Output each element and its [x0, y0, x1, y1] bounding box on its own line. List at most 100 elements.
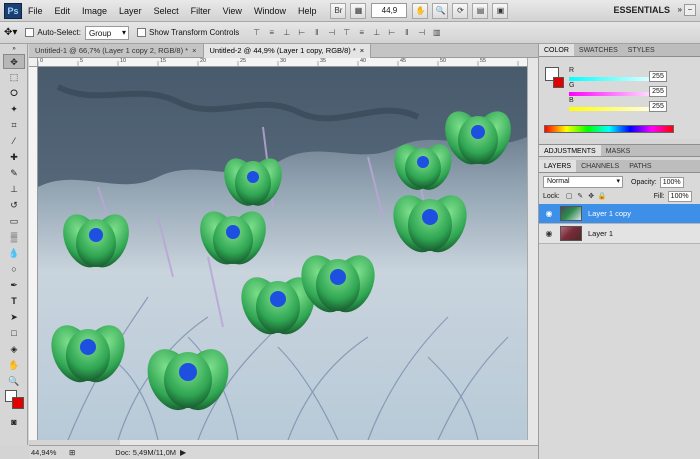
status-icon[interactable]: ⊞	[69, 448, 75, 457]
color-bg-swatch[interactable]	[553, 77, 564, 88]
history-brush-tool-icon[interactable]: ↺	[3, 198, 25, 213]
quick-mask-icon[interactable]: ◙	[3, 415, 25, 430]
align-bottom-icon[interactable]: ⊥	[280, 26, 293, 39]
status-zoom[interactable]: 44,94%	[29, 448, 65, 457]
ruler-label: 50	[440, 58, 447, 64]
panel-collapse-icon[interactable]: »	[3, 45, 25, 53]
eyedropper-tool-icon[interactable]: ⁄	[3, 134, 25, 149]
lock-pixels-icon[interactable]: ✎	[576, 192, 585, 201]
show-transform-checkbox[interactable]	[136, 28, 146, 37]
align-left-icon[interactable]: ⊢	[295, 26, 308, 39]
align-middle-icon[interactable]: ≡	[265, 26, 278, 39]
zoom-tool-icon[interactable]: 🔍	[3, 374, 25, 389]
menu-view[interactable]: View	[217, 6, 248, 16]
distribute-middle-icon[interactable]: ≡	[355, 26, 368, 39]
lasso-tool-icon[interactable]: ⵔ	[3, 86, 25, 101]
screen-mode-icon[interactable]: ▣	[492, 2, 509, 19]
background-color-swatch[interactable]	[12, 397, 24, 409]
view-extras-icon[interactable]: ▦	[350, 2, 367, 19]
distribute-top-icon[interactable]: ⊤	[340, 26, 353, 39]
bridge-button[interactable]: Br	[330, 2, 347, 19]
vertical-scrollbar[interactable]	[527, 58, 538, 440]
crop-tool-icon[interactable]: ⌗	[3, 118, 25, 133]
ruler-origin[interactable]	[29, 58, 38, 67]
magic-wand-tool-icon[interactable]: ✦	[3, 102, 25, 117]
tab-color[interactable]: COLOR	[539, 44, 574, 56]
status-menu-icon[interactable]: ▶	[180, 448, 186, 457]
menu-file[interactable]: File	[22, 6, 49, 16]
tab-channels[interactable]: CHANNELS	[576, 160, 624, 172]
tab-layers[interactable]: LAYERS	[539, 160, 577, 172]
lock-row: Lock: ▢ ✎ ✥ 🔒 Fill: 100%	[539, 189, 700, 204]
align-center-icon[interactable]: ‖	[310, 26, 323, 39]
path-selection-tool-icon[interactable]: ➤	[3, 310, 25, 325]
hand-tool-icon[interactable]: ✋	[3, 358, 25, 373]
hand-tool-icon[interactable]: ✋	[412, 2, 429, 19]
window-minimize-icon[interactable]: –	[684, 4, 696, 16]
color-spectrum[interactable]	[544, 125, 674, 133]
layer-row[interactable]: ◉ Layer 1 copy	[539, 204, 700, 224]
blur-tool-icon[interactable]: 💧	[3, 246, 25, 261]
menu-image[interactable]: Image	[76, 6, 113, 16]
type-tool-icon[interactable]: T	[3, 294, 25, 309]
menu-select[interactable]: Select	[148, 6, 185, 16]
auto-select-checkbox[interactable]	[25, 28, 35, 37]
menu-filter[interactable]: Filter	[185, 6, 217, 16]
auto-select-dropdown[interactable]: Group	[84, 25, 129, 40]
layer-thumbnail	[560, 226, 582, 241]
menu-help[interactable]: Help	[292, 6, 323, 16]
pen-tool-icon[interactable]: ✒	[3, 278, 25, 293]
zoom-tool-icon[interactable]: 🔍	[432, 2, 449, 19]
tab-masks[interactable]: MASKS	[601, 145, 636, 156]
r-value[interactable]: 255	[649, 71, 667, 82]
shape-tool-icon[interactable]: □	[3, 326, 25, 341]
layer-row[interactable]: ◉ Layer 1	[539, 224, 700, 244]
menu-edit[interactable]: Edit	[49, 6, 77, 16]
lock-all-icon[interactable]: 🔒	[598, 192, 607, 201]
tab-paths[interactable]: PATHS	[624, 160, 656, 172]
dodge-tool-icon[interactable]: ○	[3, 262, 25, 277]
healing-brush-tool-icon[interactable]: ✚	[3, 150, 25, 165]
distribute-center-icon[interactable]: ‖	[400, 26, 413, 39]
gradient-tool-icon[interactable]: ▒	[3, 230, 25, 245]
b-value[interactable]: 255	[649, 101, 667, 112]
eraser-tool-icon[interactable]: ▭	[3, 214, 25, 229]
distribute-left-icon[interactable]: ⊢	[385, 26, 398, 39]
align-top-icon[interactable]: ⊤	[250, 26, 263, 39]
menu-layer[interactable]: Layer	[113, 6, 148, 16]
lock-position-icon[interactable]: ✥	[587, 192, 596, 201]
tab-swatches[interactable]: SWATCHES	[574, 44, 623, 56]
distribute-bottom-icon[interactable]: ⊥	[370, 26, 383, 39]
tab-styles[interactable]: STYLES	[623, 44, 660, 56]
auto-align-icon[interactable]: ▥	[430, 26, 443, 39]
g-value[interactable]: 255	[649, 86, 667, 97]
tab-untitled-2[interactable]: Untitled-2 @ 44,9% (Layer 1 copy, RGB/8)…	[203, 44, 372, 58]
close-icon[interactable]: ×	[360, 46, 364, 55]
marquee-tool-icon[interactable]: ⬚	[3, 70, 25, 85]
horizontal-ruler[interactable]: 0 5 10 15 20 25 30 35 40 45 50 55	[38, 58, 527, 67]
tab-untitled-1[interactable]: Untitled-1 @ 66,7% (Layer 1 copy 2, RGB/…	[29, 44, 204, 58]
rotate-view-icon[interactable]: ⟳	[452, 2, 469, 19]
fill-field[interactable]: 100%	[667, 191, 692, 202]
3d-rotate-tool-icon[interactable]: ◈	[3, 342, 25, 357]
tab-adjustments[interactable]: ADJUSTMENTS	[539, 145, 601, 156]
menu-window[interactable]: Window	[248, 6, 292, 16]
lock-transparency-icon[interactable]: ▢	[565, 192, 574, 201]
move-tool-preset-icon[interactable]: ✥▾	[4, 27, 17, 38]
brush-tool-icon[interactable]: ✎	[3, 166, 25, 181]
canvas-area[interactable]	[38, 67, 527, 440]
blend-mode-dropdown[interactable]: Normal	[543, 176, 623, 188]
arrange-documents-icon[interactable]: ▤	[472, 2, 489, 19]
workspace-switcher[interactable]: ESSENTIALS	[613, 5, 670, 15]
opacity-field[interactable]: 100%	[659, 176, 684, 188]
workspace-menu-icon[interactable]: »	[678, 5, 682, 14]
move-tool-icon[interactable]: ✥	[3, 54, 25, 69]
visibility-eye-icon[interactable]: ◉	[543, 229, 555, 238]
vertical-ruler[interactable]	[29, 67, 38, 440]
zoom-level-field[interactable]: 44,9	[371, 3, 408, 18]
clone-stamp-tool-icon[interactable]: ⊥	[3, 182, 25, 197]
visibility-eye-icon[interactable]: ◉	[543, 209, 555, 218]
close-icon[interactable]: ×	[192, 46, 196, 55]
distribute-right-icon[interactable]: ⊣	[415, 26, 428, 39]
align-right-icon[interactable]: ⊣	[325, 26, 338, 39]
